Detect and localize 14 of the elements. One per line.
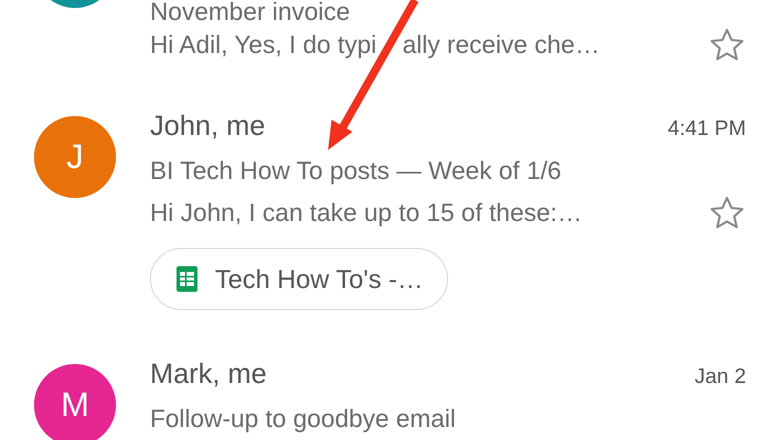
email-time: Jan 2 — [694, 365, 746, 389]
avatar: M — [34, 364, 116, 440]
email-preview: Hi John, I can take up to 15 of these:… — [150, 198, 582, 229]
email-subject: Follow-up to goodbye email — [150, 404, 457, 435]
attachment-chip[interactable]: Tech How To's -… — [150, 248, 448, 310]
email-time: 4:41 PM — [668, 117, 746, 141]
sender-name: John, me — [150, 110, 266, 142]
email-preview: Hi Adil, Yes, I do typi — [150, 30, 377, 61]
sender-name: Mark, me — [150, 358, 267, 390]
avatar: J — [34, 116, 116, 198]
email-preview: ally receive che… — [402, 30, 600, 61]
email-subject: BI Tech How To posts — Week of 1/6 — [150, 156, 562, 187]
spreadsheet-icon — [175, 265, 199, 293]
email-subject: November invoice — [150, 0, 352, 24]
